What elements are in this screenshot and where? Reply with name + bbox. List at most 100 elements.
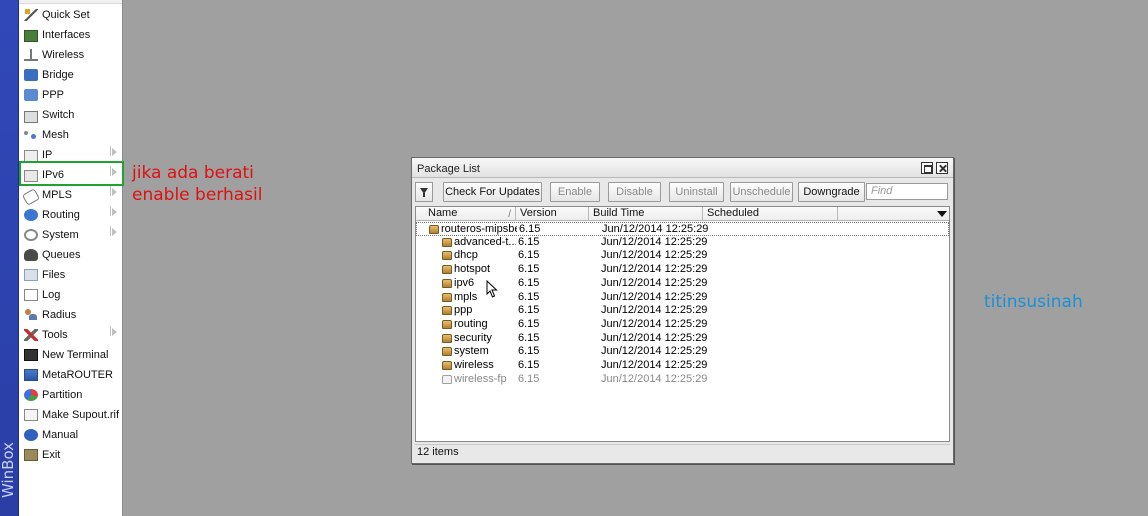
cell-text: Jun/12/2014 12:25:29 xyxy=(601,331,708,344)
menu-item-label: System xyxy=(42,229,79,241)
column-header-build-time[interactable]: Build Time xyxy=(589,207,703,221)
package-icon xyxy=(442,278,452,288)
menu-item-ppp[interactable]: PPP xyxy=(19,85,123,105)
menu-item-quick-set[interactable]: Quick Set xyxy=(19,5,123,25)
cell-text: 6.15 xyxy=(518,317,540,330)
menu-item-new-terminal[interactable]: New Terminal xyxy=(19,345,123,365)
cell-text: hotspot xyxy=(454,263,491,276)
cell-text: 6.15 xyxy=(518,304,540,317)
menu-item-files[interactable]: Files xyxy=(19,265,123,285)
menu-item-wireless[interactable]: Wireless xyxy=(19,45,123,65)
find-input[interactable]: Find xyxy=(866,183,948,200)
menu-item-label: Make Supout.rif xyxy=(42,409,120,421)
menu-item-metarouter[interactable]: MetaROUTER xyxy=(19,365,123,385)
disable-button[interactable]: Disable xyxy=(608,182,661,202)
menu-item-label: Quick Set xyxy=(42,9,90,21)
check-for-updates-button[interactable]: Check For Updates xyxy=(443,182,542,202)
cell-name: security xyxy=(442,332,516,345)
cell-build-time: Jun/12/2014 12:25:29 xyxy=(601,277,711,290)
unschedule-button[interactable]: Unschedule xyxy=(730,182,793,202)
table-row[interactable]: wireless-fp 6.15 Jun/12/2014 12:25:29 xyxy=(416,373,949,387)
cell-version: 6.15 xyxy=(518,277,588,290)
mesh-icon xyxy=(24,129,38,141)
menu-item-log[interactable]: Log xyxy=(19,285,123,305)
column-header-name[interactable]: Name / xyxy=(424,207,516,221)
menu-item-label: Wireless xyxy=(42,49,85,61)
cell-text: Jun/12/2014 12:25:29 xyxy=(601,235,708,248)
menu-item-switch[interactable]: Switch xyxy=(19,105,123,125)
table-row[interactable]: ppp 6.15 Jun/12/2014 12:25:29 xyxy=(416,304,949,318)
cell-build-time: Jun/12/2014 12:25:29 xyxy=(601,236,711,249)
table-row[interactable]: system 6.15 Jun/12/2014 12:25:29 xyxy=(416,345,949,359)
menu-item-routing[interactable]: Routing xyxy=(19,205,123,225)
cell-version: 6.15 xyxy=(518,345,588,358)
table-row[interactable]: dhcp 6.15 Jun/12/2014 12:25:29 xyxy=(416,249,949,263)
table-row[interactable]: wireless 6.15 Jun/12/2014 12:25:29 xyxy=(416,359,949,373)
package-toolbar: Check For Updates Enable Disable Uninsta… xyxy=(412,179,953,205)
cell-name: system xyxy=(442,345,516,358)
menu-item-bridge[interactable]: Bridge xyxy=(19,65,123,85)
package-icon xyxy=(429,225,439,234)
menu-item-label: Interfaces xyxy=(42,29,91,41)
menu-item-make-supout-rif[interactable]: Make Supout.rif xyxy=(19,405,123,425)
menu-item-tools[interactable]: Tools xyxy=(19,325,123,345)
winbox-brand-text: WinBox xyxy=(0,441,17,498)
menu-item-system[interactable]: System xyxy=(19,225,123,245)
ipv6-highlight-box xyxy=(19,161,124,186)
cell-name: hotspot xyxy=(442,263,516,276)
menu-item-partition[interactable]: Partition xyxy=(19,385,123,405)
cell-text: system xyxy=(454,345,489,358)
cell-build-time: Jun/12/2014 12:25:29 xyxy=(601,359,711,372)
cell-text: 6.15 xyxy=(518,249,540,262)
package-icon xyxy=(442,319,452,329)
table-row[interactable]: security 6.15 Jun/12/2014 12:25:29 xyxy=(416,332,949,346)
cell-text: Jun/12/2014 12:25:29 xyxy=(601,276,708,289)
filter-icon[interactable] xyxy=(415,182,433,202)
maximize-icon[interactable] xyxy=(921,162,933,174)
close-icon[interactable] xyxy=(936,162,948,174)
menu-item-label: PPP xyxy=(42,89,65,101)
menu-item-label: Queues xyxy=(42,249,81,261)
menu-item-queues[interactable]: Queues xyxy=(19,245,123,265)
cell-scheduled xyxy=(705,373,835,386)
downgrade-button[interactable]: Downgrade xyxy=(798,182,865,202)
window-titlebar[interactable]: Package List xyxy=(412,158,953,178)
uninstall-button[interactable]: Uninstall xyxy=(669,182,724,202)
enable-button[interactable]: Enable xyxy=(550,182,600,202)
cell-text: Jun/12/2014 12:25:29 xyxy=(601,372,708,385)
cell-build-time: Jun/12/2014 12:25:29 xyxy=(602,223,712,236)
log-icon xyxy=(24,289,38,301)
cell-text: wireless xyxy=(454,359,494,371)
cell-scheduled xyxy=(705,277,835,290)
cell-text: 6.15 xyxy=(518,345,540,358)
menu-item-radius[interactable]: Radius xyxy=(19,305,123,325)
column-header-scheduled[interactable]: Scheduled xyxy=(703,207,838,221)
cell-name: mpls xyxy=(442,291,516,304)
cell-version: 6.15 xyxy=(519,223,589,236)
menu-item-mesh[interactable]: Mesh xyxy=(19,125,123,145)
table-row[interactable]: hotspot 6.15 Jun/12/2014 12:25:29 xyxy=(416,263,949,277)
menu-item-manual[interactable]: Manual xyxy=(19,425,123,445)
table-row[interactable]: routing 6.15 Jun/12/2014 12:25:29 xyxy=(416,318,949,332)
cell-text: Jun/12/2014 12:25:29 xyxy=(601,249,708,262)
menu-item-label: Tools xyxy=(42,329,68,341)
cell-name: ppp xyxy=(442,304,516,317)
cell-scheduled xyxy=(706,223,836,236)
column-menu-icon[interactable] xyxy=(937,211,947,217)
cell-text: routing xyxy=(454,317,488,330)
cell-build-time: Jun/12/2014 12:25:29 xyxy=(601,345,711,358)
wireless-icon xyxy=(24,49,38,61)
radius-icon xyxy=(24,309,38,321)
table-row[interactable]: advanced-t... 6.15 Jun/12/2014 12:25:29 xyxy=(416,236,949,250)
cell-build-time: Jun/12/2014 12:25:29 xyxy=(601,373,711,386)
menu-item-exit[interactable]: Exit xyxy=(19,445,123,465)
cell-text: Jun/12/2014 12:25:29 xyxy=(601,263,708,276)
table-row[interactable]: routeros-mipsbe 6.15 Jun/12/2014 12:25:29 xyxy=(416,222,949,236)
menu-item-interfaces[interactable]: Interfaces xyxy=(19,25,123,45)
column-header-version[interactable]: Version xyxy=(516,207,589,221)
manual-icon xyxy=(24,429,38,441)
package-icon xyxy=(442,251,452,261)
cell-version: 6.15 xyxy=(518,332,588,345)
menu-item-mpls[interactable]: MPLS xyxy=(19,185,123,206)
cell-text: Jun/12/2014 12:25:29 xyxy=(601,359,708,371)
